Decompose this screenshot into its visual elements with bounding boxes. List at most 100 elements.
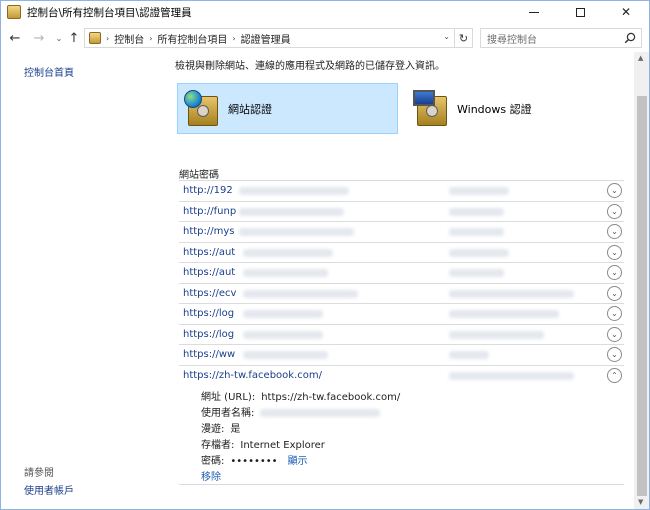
breadcrumb-all-items[interactable]: 所有控制台項目 bbox=[157, 31, 227, 46]
search-icon[interactable] bbox=[624, 32, 636, 44]
detail-username: 使用者名稱: bbox=[201, 404, 381, 419]
refresh-button[interactable]: ↻ bbox=[455, 28, 473, 48]
chevron-right-icon: › bbox=[106, 33, 110, 43]
expand-icon[interactable]: ⌄ bbox=[607, 285, 622, 301]
redacted-text bbox=[243, 248, 333, 257]
detail-saved-by: 存檔者: Internet Explorer bbox=[201, 440, 325, 451]
redacted-text bbox=[243, 289, 358, 298]
control-panel-home-link[interactable]: 控制台首頁 bbox=[24, 64, 74, 79]
minimize-icon bbox=[529, 11, 539, 13]
forward-button[interactable]: → bbox=[30, 29, 48, 47]
search-box[interactable]: 搜尋控制台 bbox=[480, 28, 642, 48]
expand-icon[interactable]: ⌄ bbox=[607, 347, 622, 362]
credential-url: https://log bbox=[183, 308, 235, 319]
user-accounts-link[interactable]: 使用者帳戶 bbox=[24, 482, 74, 497]
expand-icon[interactable]: ⌄ bbox=[607, 244, 622, 260]
window-title: 控制台\所有控制台項目\認證管理員 bbox=[27, 7, 192, 19]
redacted-text bbox=[260, 409, 381, 417]
credential-url: https://log bbox=[183, 328, 235, 340]
detail-roaming: 漫遊: 是 bbox=[201, 424, 241, 435]
detail-url: 網址 (URL): https://zh-tw.facebook.com/ bbox=[201, 392, 401, 403]
chevron-right-icon[interactable]: › bbox=[149, 34, 152, 43]
credential-url: https://ecv bbox=[183, 287, 237, 299]
detail-password: 密碼: •••••••• 顯示 bbox=[201, 456, 308, 467]
chevron-down-icon: ⌄ bbox=[55, 33, 63, 43]
navigation-bar: ← → ⌄ ↑ › 控制台 › 所有控制台項目 › 認證管理員 ⌄ ↻ 搜尋控制… bbox=[0, 26, 650, 50]
see-also-heading: 請參閱 bbox=[24, 468, 54, 479]
arrow-up-icon: ↑ bbox=[68, 30, 80, 46]
redacted-text bbox=[449, 187, 509, 195]
list-item[interactable]: https://log ⌄ bbox=[179, 323, 624, 345]
arrow-left-icon: ← bbox=[9, 30, 21, 46]
tab-web-credentials-label: 網站認證 bbox=[228, 102, 272, 116]
tab-windows-credentials[interactable]: Windows 認證 bbox=[407, 83, 607, 134]
expand-icon[interactable]: ⌄ bbox=[607, 183, 622, 198]
title-bar: 控制台\所有控制台項目\認證管理員 ✕ bbox=[0, 0, 650, 24]
redacted-text bbox=[449, 310, 559, 318]
expand-icon[interactable]: ⌄ bbox=[607, 326, 622, 342]
close-button[interactable]: ✕ bbox=[603, 0, 649, 24]
left-pane: 控制台首頁 請參閱 使用者帳戶 bbox=[0, 52, 165, 510]
redacted-text bbox=[449, 330, 544, 339]
credential-url: https://aut bbox=[183, 246, 236, 258]
chevron-right-icon[interactable]: › bbox=[232, 34, 235, 43]
redacted-text bbox=[449, 269, 504, 277]
credential-url: https://zh-tw.facebook.com/ bbox=[183, 369, 322, 381]
credential-manager-icon bbox=[7, 5, 21, 19]
collapse-icon[interactable]: ⌃ bbox=[607, 367, 622, 383]
web-credentials-icon bbox=[184, 89, 220, 128]
redacted-text bbox=[243, 310, 323, 318]
divider bbox=[179, 484, 624, 485]
back-button[interactable]: ← bbox=[6, 29, 24, 47]
address-dropdown-icon[interactable]: ⌄ bbox=[443, 32, 450, 41]
redacted-text bbox=[449, 351, 489, 359]
windows-credentials-icon bbox=[413, 89, 449, 128]
expand-icon[interactable]: ⌄ bbox=[607, 224, 622, 239]
arrow-right-icon: → bbox=[33, 30, 45, 46]
refresh-icon: ↻ bbox=[458, 31, 469, 45]
list-item[interactable]: http://192 ⌄ bbox=[179, 180, 624, 201]
close-icon: ✕ bbox=[620, 5, 632, 19]
list-item[interactable]: http://mys ⌄ bbox=[179, 221, 624, 242]
credential-url: https://ww bbox=[183, 349, 236, 360]
expand-icon[interactable]: ⌄ bbox=[607, 265, 622, 280]
remove-link[interactable]: 移除 bbox=[201, 468, 221, 483]
breadcrumb-credential-manager[interactable]: 認證管理員 bbox=[241, 31, 291, 46]
expand-icon[interactable]: ⌄ bbox=[607, 203, 622, 219]
maximize-button[interactable] bbox=[557, 0, 603, 24]
credential-url: https://aut bbox=[183, 267, 236, 278]
minimize-button[interactable] bbox=[511, 0, 557, 24]
scroll-down-icon[interactable]: ▼ bbox=[638, 498, 643, 506]
scroll-up-icon[interactable]: ▲ bbox=[638, 54, 643, 62]
credential-list: http://192 ⌄ http://funp ⌄ http://mys ⌄ … bbox=[179, 180, 624, 385]
credential-url: http://192 bbox=[183, 185, 233, 196]
redacted-text bbox=[449, 289, 574, 298]
address-bar[interactable]: › 控制台 › 所有控制台項目 › 認證管理員 ⌄ bbox=[84, 28, 455, 48]
expand-icon[interactable]: ⌄ bbox=[607, 306, 622, 321]
show-password-link[interactable]: 顯示 bbox=[288, 456, 308, 467]
tab-web-credentials[interactable]: 網站認證 bbox=[177, 83, 398, 134]
tab-windows-credentials-label: Windows 認證 bbox=[457, 102, 532, 116]
search-input[interactable]: 搜尋控制台 bbox=[487, 31, 537, 46]
redacted-text bbox=[449, 207, 504, 216]
maximize-icon bbox=[575, 7, 585, 17]
redacted-text bbox=[243, 351, 328, 359]
credential-url: http://funp bbox=[183, 205, 237, 217]
list-item[interactable]: https://aut ⌄ bbox=[179, 241, 624, 263]
breadcrumb-control-panel[interactable]: 控制台 bbox=[114, 31, 144, 46]
redacted-text bbox=[239, 187, 349, 195]
redacted-text bbox=[243, 330, 323, 339]
redacted-text bbox=[449, 228, 504, 236]
vertical-scrollbar[interactable]: ▲ ▼ bbox=[634, 52, 650, 510]
main-content: 檢視與刪除網站、連線的應用程式及網路的已儲存登入資訊。 網站認證 Windows… bbox=[165, 52, 634, 510]
up-button[interactable]: ↑ bbox=[65, 29, 83, 47]
redacted-text bbox=[243, 269, 328, 277]
list-item[interactable]: https://log ⌄ bbox=[179, 303, 624, 324]
list-item-expanded[interactable]: https://zh-tw.facebook.com/ ⌃ bbox=[179, 364, 624, 386]
scrollbar-thumb[interactable] bbox=[637, 96, 647, 496]
web-passwords-heading: 網站密碼 bbox=[179, 170, 219, 181]
list-item[interactable]: https://aut ⌄ bbox=[179, 262, 624, 283]
list-item[interactable]: https://ecv ⌄ bbox=[179, 282, 624, 304]
list-item[interactable]: https://ww ⌄ bbox=[179, 344, 624, 365]
list-item[interactable]: http://funp ⌄ bbox=[179, 200, 624, 222]
